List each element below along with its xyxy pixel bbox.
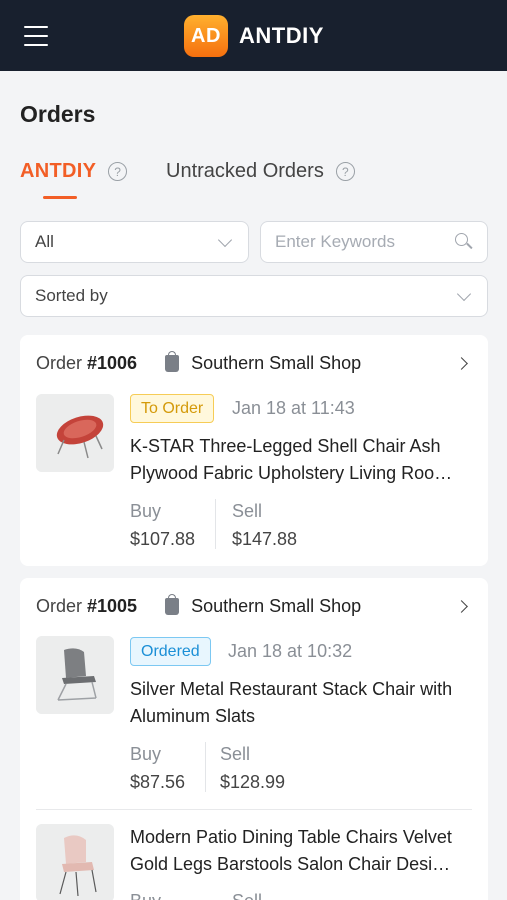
order-card: Order #1005 Southern Small Shop Ordered … bbox=[20, 578, 488, 900]
buy-label: Buy bbox=[130, 891, 161, 900]
order-date: Jan 18 at 11:43 bbox=[232, 398, 355, 418]
shop-name: Southern Small Shop bbox=[191, 595, 362, 616]
sell-price: $147.88 bbox=[232, 529, 298, 549]
product-title-line2: Gold Legs Barstools Salon Chair Desi… bbox=[130, 854, 451, 874]
product-title[interactable]: K-STAR Three-Legged Shell Chair Ash Plyw… bbox=[130, 433, 470, 487]
order-label: Order bbox=[36, 595, 83, 616]
status-badge: Ordered bbox=[130, 637, 211, 666]
order-header[interactable]: Order #1005 Southern Small Shop bbox=[36, 593, 472, 619]
hamburger-menu-icon[interactable] bbox=[24, 26, 48, 46]
help-icon[interactable]: ? bbox=[108, 162, 128, 181]
search-placeholder: Enter Keywords bbox=[275, 232, 395, 251]
chevron-down-icon bbox=[456, 286, 472, 301]
chevron-right-icon[interactable] bbox=[455, 599, 468, 613]
chevron-right-icon[interactable] bbox=[455, 356, 468, 370]
status-filter-select[interactable]: All bbox=[20, 221, 249, 263]
buy-label: Buy bbox=[130, 501, 162, 521]
shop-bag-icon bbox=[165, 593, 180, 615]
tab-untracked-orders[interactable]: Untracked Orders ? bbox=[166, 160, 355, 183]
sell-label: Sell bbox=[232, 891, 262, 900]
product-thumbnail[interactable] bbox=[36, 824, 114, 900]
order-number: #1006 bbox=[87, 352, 138, 373]
shop-bag-icon bbox=[165, 350, 180, 372]
status-filter-value: All bbox=[35, 232, 54, 251]
product-title-line2: Plywood Fabric Upholstery Living Roo… bbox=[130, 463, 453, 483]
product-title[interactable]: Silver Metal Restaurant Stack Chair with… bbox=[130, 676, 470, 730]
product-thumbnail[interactable] bbox=[36, 636, 114, 714]
order-number: #1005 bbox=[87, 595, 138, 616]
buy-price: $107.88 bbox=[130, 529, 196, 549]
tab-untracked-orders-label: Untracked Orders bbox=[166, 160, 324, 182]
product-thumbnail[interactable] bbox=[36, 394, 114, 472]
top-bar: AD ANTDIY bbox=[0, 0, 507, 71]
page-title: Orders bbox=[20, 101, 96, 127]
search-icon[interactable] bbox=[455, 233, 473, 251]
tab-antdiy-label: ANTDIY bbox=[20, 160, 97, 182]
chevron-down-icon bbox=[217, 232, 233, 247]
order-card: Order #1006 Southern Small Shop To Order… bbox=[20, 335, 488, 566]
sell-label: Sell bbox=[220, 744, 251, 764]
order-header[interactable]: Order #1006 Southern Small Shop bbox=[36, 350, 472, 376]
shop-name: Southern Small Shop bbox=[191, 352, 362, 373]
buy-label: Buy bbox=[130, 744, 162, 764]
tab-antdiy[interactable]: ANTDIY ? bbox=[20, 160, 128, 183]
product-title-line1: Modern Patio Dining Table Chairs Velvet bbox=[130, 827, 452, 847]
sell-price: $128.99 bbox=[220, 772, 286, 792]
sort-select[interactable]: Sorted by bbox=[20, 275, 488, 317]
product-title-line1: Silver Metal Restaurant Stack Chair with bbox=[130, 679, 453, 699]
status-badge: To Order bbox=[130, 394, 215, 423]
active-tab-indicator bbox=[43, 196, 77, 199]
order-date: Jan 18 at 10:32 bbox=[228, 641, 353, 661]
price-divider bbox=[215, 499, 216, 549]
logo-badge: AD bbox=[184, 15, 228, 57]
item-divider bbox=[36, 809, 472, 810]
product-title-line2: Aluminum Slats bbox=[130, 706, 256, 726]
help-icon[interactable]: ? bbox=[335, 162, 355, 181]
buy-price: $87.56 bbox=[130, 772, 186, 792]
keyword-search-input[interactable]: Enter Keywords bbox=[260, 221, 488, 263]
order-label: Order bbox=[36, 352, 83, 373]
logo-text: ANTDIY bbox=[239, 23, 324, 48]
product-title-line1: K-STAR Three-Legged Shell Chair Ash bbox=[130, 436, 441, 456]
price-divider bbox=[205, 742, 206, 792]
antdiy-logo[interactable]: AD ANTDIY bbox=[184, 15, 324, 57]
product-title[interactable]: Modern Patio Dining Table Chairs Velvet … bbox=[130, 824, 470, 878]
sell-label: Sell bbox=[232, 501, 263, 521]
sort-value: Sorted by bbox=[35, 286, 108, 305]
